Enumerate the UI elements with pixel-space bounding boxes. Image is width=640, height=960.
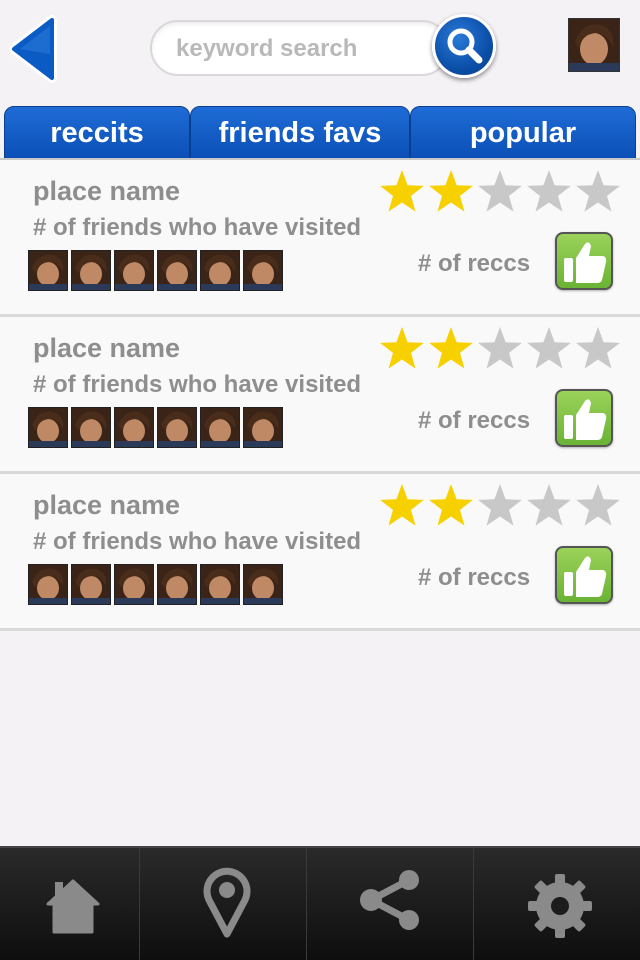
nav-share[interactable] <box>307 848 474 960</box>
star-rating <box>378 482 628 532</box>
star-empty-icon <box>527 327 571 369</box>
place-list: place name # of friends who have visited… <box>0 160 640 631</box>
star-empty-icon <box>527 170 571 212</box>
friend-avatar[interactable] <box>28 250 68 291</box>
home-icon <box>46 879 100 934</box>
star-rating <box>378 168 628 218</box>
star-empty-icon <box>576 170 620 212</box>
share-icon <box>360 870 419 930</box>
friend-avatar[interactable] <box>157 407 197 448</box>
friend-avatar[interactable] <box>157 564 197 605</box>
star-empty-icon <box>478 327 522 369</box>
friend-avatar[interactable] <box>200 564 240 605</box>
star-filled-icon <box>429 170 473 212</box>
tab-popular[interactable]: popular <box>410 106 636 160</box>
friend-avatar[interactable] <box>114 564 154 605</box>
star-empty-icon <box>527 484 571 526</box>
friend-avatar[interactable] <box>114 250 154 291</box>
place-row[interactable]: place name # of friends who have visited… <box>0 317 640 474</box>
reccs-count: # of reccs <box>418 250 531 277</box>
tab-bar: reccits friends favs popular <box>4 106 636 160</box>
place-name: place name <box>33 333 181 363</box>
recommend-button[interactable] <box>555 546 613 604</box>
friend-avatar[interactable] <box>157 250 197 291</box>
place-row[interactable]: place name # of friends who have visited… <box>0 474 640 631</box>
star-empty-icon <box>478 484 522 526</box>
magnifier-icon <box>447 28 483 64</box>
tab-reccits[interactable]: reccits <box>4 106 190 160</box>
friend-avatar[interactable] <box>243 250 283 291</box>
friend-avatar[interactable] <box>200 407 240 448</box>
star-empty-icon <box>576 327 620 369</box>
user-avatar[interactable] <box>568 18 620 72</box>
star-filled-icon <box>429 484 473 526</box>
search-input[interactable] <box>176 32 426 66</box>
nav-settings[interactable] <box>474 848 640 960</box>
map-pin-icon <box>203 867 251 938</box>
star-empty-icon <box>576 484 620 526</box>
star-filled-icon <box>429 327 473 369</box>
tab-friends-favs[interactable]: friends favs <box>190 106 410 160</box>
gear-icon <box>528 874 592 938</box>
friend-avatar[interactable] <box>71 564 111 605</box>
reccs-count: # of reccs <box>418 407 531 434</box>
friend-avatar[interactable] <box>28 407 68 448</box>
friend-avatar[interactable] <box>71 250 111 291</box>
friends-visited-count: # of friends who have visited <box>33 528 362 555</box>
search-button[interactable] <box>432 14 496 78</box>
star-filled-icon <box>380 170 424 212</box>
friend-avatar[interactable] <box>28 564 68 605</box>
reccs-count: # of reccs <box>418 564 531 591</box>
friend-avatar[interactable] <box>114 407 154 448</box>
recommend-button[interactable] <box>555 232 613 290</box>
avatar-image <box>569 19 619 71</box>
header <box>0 0 640 106</box>
friends-avatars <box>28 564 286 606</box>
star-filled-icon <box>380 327 424 369</box>
friend-avatar[interactable] <box>200 250 240 291</box>
back-arrow-icon <box>9 15 57 83</box>
place-name: place name <box>33 176 181 206</box>
star-empty-icon <box>478 170 522 212</box>
place-row[interactable]: place name # of friends who have visited… <box>0 160 640 317</box>
thumbs-up-icon <box>564 556 607 597</box>
thumbs-up-icon <box>564 399 607 440</box>
place-name: place name <box>33 490 181 520</box>
friend-avatar[interactable] <box>71 407 111 448</box>
nav-map[interactable] <box>140 848 307 960</box>
back-button[interactable] <box>6 14 64 84</box>
recommend-button[interactable] <box>555 389 613 447</box>
star-filled-icon <box>380 484 424 526</box>
nav-home[interactable] <box>0 848 140 960</box>
friends-avatars <box>28 250 286 292</box>
thumbs-up-icon <box>564 242 607 283</box>
friends-visited-count: # of friends who have visited <box>33 371 362 398</box>
search-bar <box>150 20 450 76</box>
friend-avatar[interactable] <box>243 407 283 448</box>
bottom-nav <box>0 846 640 960</box>
friend-avatar[interactable] <box>243 564 283 605</box>
friends-visited-count: # of friends who have visited <box>33 214 362 241</box>
friends-avatars <box>28 407 286 449</box>
star-rating <box>378 325 628 375</box>
